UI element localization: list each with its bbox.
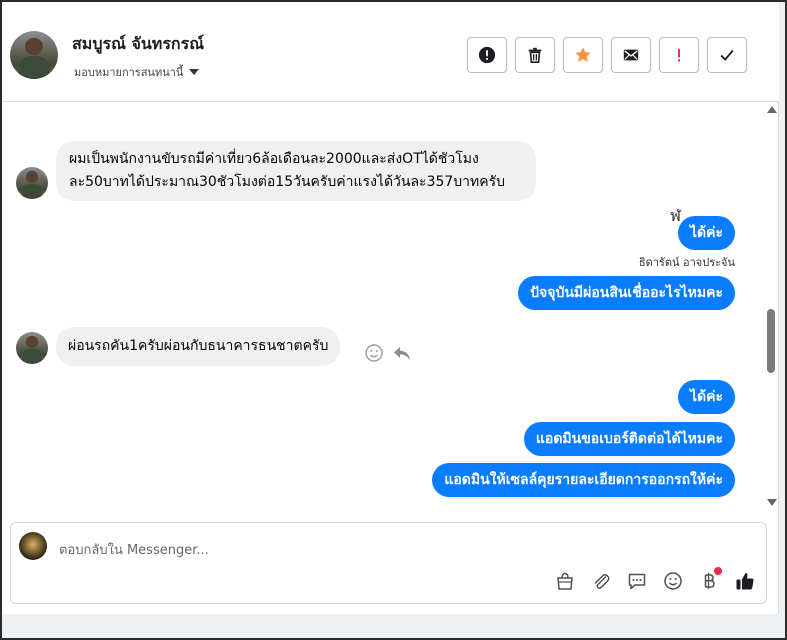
saved-reply-icon xyxy=(628,573,646,590)
outgoing-message[interactable]: แอดมินให้เซลล์คุยรายละเอียดการออกรถให้ค่… xyxy=(432,463,735,497)
page-avatar xyxy=(19,532,47,560)
star-icon xyxy=(575,47,591,62)
trash-icon xyxy=(528,47,542,64)
assign-conversation-dropdown[interactable]: มอบหมายการสนทนานี้ xyxy=(74,63,200,81)
outgoing-message[interactable]: ได้ค่ะ xyxy=(677,380,735,414)
emoji-icon xyxy=(664,572,682,590)
contact-name[interactable]: สมบูรณ์ จันทรกรณ์ xyxy=(72,32,204,57)
follow-up-button[interactable] xyxy=(659,37,699,73)
scroll-thumb[interactable] xyxy=(767,309,775,373)
like-button[interactable] xyxy=(734,570,756,592)
scroll-up-icon[interactable] xyxy=(767,106,777,113)
contact-avatar-small[interactable] xyxy=(16,332,48,364)
message-thread[interactable]: ฬ ผมเป็นพนักงานขับรถมีค่าเที่ยว6ล้อเดือน… xyxy=(2,103,762,513)
conversation-panel: สมบูรณ์ จันทรกรณ์ มอบหมายการสนทนานี้ ฬ ผ… xyxy=(2,2,779,614)
message-hover-actions xyxy=(364,343,412,363)
attach-file-button[interactable] xyxy=(590,570,612,592)
emoji-button[interactable] xyxy=(662,570,684,592)
incoming-message[interactable]: ผมเป็นพนักงานขับรถมีค่าเที่ยว6ล้อเดือนละ… xyxy=(56,141,536,201)
shopping-bag-icon xyxy=(557,572,573,590)
header-actions xyxy=(467,37,747,73)
outgoing-message[interactable]: ปัจจุบันมีผ่อนสินเชื่ออะไรไหมคะ xyxy=(518,276,735,310)
payment-button[interactable] xyxy=(698,567,722,592)
outgoing-message[interactable]: ได้ค่ะ xyxy=(677,216,735,250)
saved-replies-button[interactable] xyxy=(626,570,648,592)
sender-name: ธิดารัตน์ อาจประจัน xyxy=(638,256,735,269)
mark-unread-button[interactable] xyxy=(611,37,651,73)
contact-avatar[interactable] xyxy=(10,31,58,79)
notification-dot xyxy=(714,567,722,575)
exclamation-icon xyxy=(677,48,681,62)
thread-scrollbar[interactable] xyxy=(765,103,778,513)
message-line: ละ50บาทได้ประมาณ30ชัวโมงต่อ15วันครับค่าแ… xyxy=(69,174,506,190)
assign-label: มอบหมายการสนทนานี้ xyxy=(74,66,184,79)
composer-toolbar xyxy=(554,567,756,592)
delete-button[interactable] xyxy=(515,37,555,73)
shopping-bag-button[interactable] xyxy=(554,570,576,592)
conversation-header: สมบูรณ์ จันทรกรณ์ มอบหมายการสนทนานี้ xyxy=(2,2,779,102)
message-line: ผมเป็นพนักงานขับรถมีค่าเที่ยว6ล้อเดือนละ… xyxy=(69,151,479,167)
app-frame: สมบูรณ์ จันทรกรณ์ มอบหมายการสนทนานี้ ฬ ผ… xyxy=(0,0,787,640)
envelope-icon xyxy=(623,49,639,61)
reply-input[interactable]: ตอบกลับใน Messenger... xyxy=(59,539,209,560)
check-icon xyxy=(720,49,734,61)
contact-avatar-small[interactable] xyxy=(16,167,48,199)
star-button[interactable] xyxy=(563,37,603,73)
scroll-down-icon[interactable] xyxy=(767,499,777,506)
react-emoji-icon[interactable] xyxy=(364,343,384,363)
reply-composer[interactable]: ตอบกลับใน Messenger... xyxy=(10,522,767,604)
done-button[interactable] xyxy=(707,37,747,73)
spam-button[interactable] xyxy=(467,37,507,73)
thumbs-up-icon xyxy=(736,573,754,590)
reply-icon[interactable] xyxy=(392,343,412,363)
paperclip-icon xyxy=(594,574,610,589)
incoming-message[interactable]: ผ่อนรถคัน1ครับผ่อนกับธนาคารธนชาตครับ xyxy=(56,327,341,366)
chevron-down-icon xyxy=(189,69,200,75)
outgoing-message[interactable]: แอดมินขอเบอร์ติดต่อได้ไหมคะ xyxy=(523,422,735,456)
alert-circle-icon xyxy=(478,46,496,64)
